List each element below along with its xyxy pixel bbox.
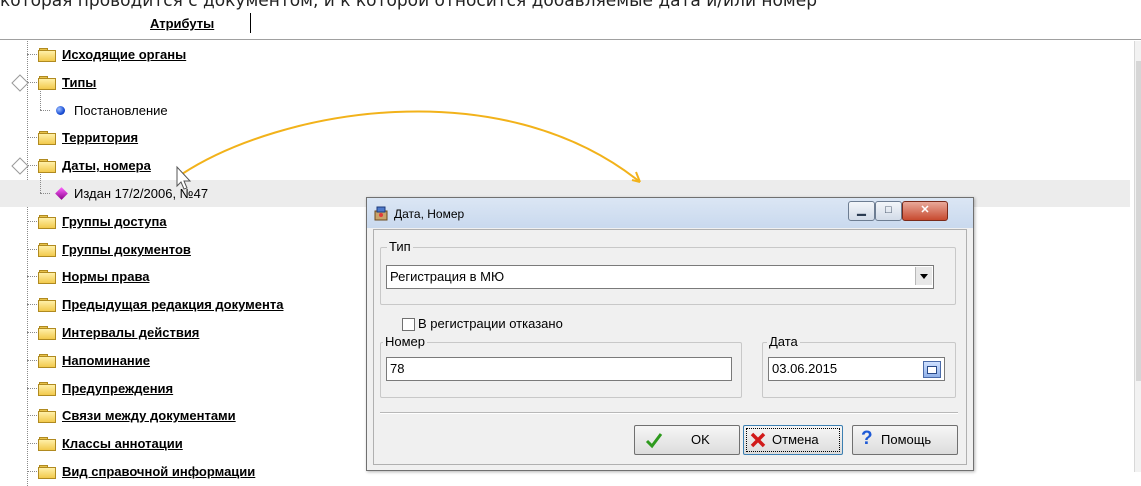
purple-diamond-icon [55,187,68,200]
tab-bar: Атрибуты [0,13,1141,40]
type-select-dropdown-button[interactable] [915,267,932,285]
date-group-legend: Дата [767,334,800,349]
tab-attributes[interactable]: Атрибуты [146,13,218,35]
tree-branch-line [27,443,37,444]
tree-branch-line [27,276,37,277]
tree-branch-line [27,332,37,333]
folder-icon [38,326,56,340]
folder-icon [38,298,56,312]
checkmark-icon [645,433,663,449]
tree-branch-line [27,304,37,305]
app-icon [374,206,388,221]
tree-child-guide-line [40,91,41,110]
tree-folder-label[interactable]: Предупреждения [62,382,173,396]
minimize-button[interactable]: ▁ [848,201,875,221]
tree-folder-label[interactable]: Интервалы действия [62,326,199,340]
collapse-toggle-icon[interactable] [11,74,29,92]
collapse-toggle-icon[interactable] [11,157,29,175]
buttons-separator [380,412,958,414]
tree-vertical-scrollbar[interactable] [1134,41,1141,472]
tree-folder-label[interactable]: Территория [62,131,138,145]
tree-folder-label[interactable]: Вид справочной информации [62,465,255,479]
tree-folder-label[interactable]: Связи между документами [62,409,236,423]
maximize-button[interactable]: □ [875,201,902,221]
tree-folder-label[interactable]: Классы аннотации [62,437,183,451]
blue-circle-icon [56,106,65,115]
question-mark-icon: ? [861,428,873,449]
folder-icon [38,76,56,90]
maximize-icon: □ [885,204,892,216]
type-select-value: Регистрация в МЮ [390,269,505,284]
chevron-down-icon [920,274,928,279]
tree-folder-label[interactable]: Группы доступа [62,215,167,229]
ok-button[interactable]: OK [634,425,740,455]
type-group: Тип Регистрация в МЮ [380,240,956,305]
tab-separator [250,13,251,33]
tree-branch-line [27,221,37,222]
tab-bar-bottom-line [0,39,1141,40]
tree-leaf-label[interactable]: Издан 17/2/2006, №47 [74,187,208,201]
close-icon: ✕ [920,204,930,216]
tree-branch-line [27,137,37,138]
tree-branch-line [40,110,50,111]
tree-folder-label[interactable]: Типы [62,76,96,90]
folder-icon [38,215,56,229]
folder-icon [38,131,56,145]
type-select[interactable]: Регистрация в МЮ [386,265,934,289]
dialog-titlebar[interactable]: Дата, Номер ▁ □ ✕ [367,198,973,228]
instruction-text: которая проводится с документом, и к кот… [0,0,817,11]
help-button-label: Помощь [881,432,932,447]
tree-folder-label[interactable]: Нормы права [62,270,150,284]
refused-checkbox[interactable] [402,318,415,331]
cancel-button[interactable]: Отмена [743,425,843,455]
tree-row[interactable]: Территория [0,124,1130,151]
date-input[interactable]: 03.06.2015 [768,357,945,381]
folder-icon [38,243,56,257]
ok-button-label: OK [691,432,710,447]
tree-row[interactable]: Даты, номера [0,152,1130,179]
folder-icon [38,48,56,62]
folder-icon [38,409,56,423]
date-input-value: 03.06.2015 [772,361,838,376]
tree-branch-line [27,360,37,361]
tree-branch-line [27,415,37,416]
folder-icon [38,437,56,451]
tree-branch-line [40,193,50,194]
tree-branch-line [27,54,37,55]
folder-icon [38,270,56,284]
tree-leaf-label[interactable]: Постановление [74,104,168,118]
number-group: Номер 78 [380,335,742,398]
tree-branch-line [27,388,37,389]
tree-folder-label[interactable]: Даты, номера [62,159,151,173]
tree-row[interactable]: Постановление [0,91,1130,124]
scrollbar-thumb[interactable] [1136,61,1141,381]
date-group: Дата 03.06.2015 [762,335,956,398]
tree-branch-line [27,249,37,250]
close-button[interactable]: ✕ [902,201,948,221]
folder-icon [38,382,56,396]
dialog-content: Тип Регистрация в МЮ В регистрации отказ… [373,229,967,465]
folder-icon [38,354,56,368]
type-group-legend: Тип [387,239,413,254]
tree-folder-label[interactable]: Предыдущая редакция документа [62,298,283,312]
date-number-dialog: Дата, Номер ▁ □ ✕ Тип Регистрация в МЮ В… [366,197,974,471]
help-button[interactable]: ? Помощь [852,425,958,455]
number-input-value: 78 [390,361,405,376]
number-group-legend: Номер [383,334,428,349]
tree-row[interactable]: Исходящие органы [0,41,1130,68]
minimize-icon: ▁ [857,204,866,216]
tree-folder-label[interactable]: Группы документов [62,243,191,257]
red-x-icon [750,432,766,448]
dialog-title: Дата, Номер [394,207,465,221]
tree-child-guide-line [40,174,41,193]
tree-folder-label[interactable]: Исходящие органы [62,48,186,62]
folder-icon [38,159,56,173]
calendar-button[interactable] [923,361,941,378]
number-input[interactable]: 78 [386,357,732,381]
tree-folder-label[interactable]: Напоминание [62,354,150,368]
refused-checkbox-label: В регистрации отказано [418,316,563,331]
tree-row[interactable]: Типы [0,69,1130,96]
calendar-icon [927,366,937,374]
cancel-button-label: Отмена [772,432,819,447]
